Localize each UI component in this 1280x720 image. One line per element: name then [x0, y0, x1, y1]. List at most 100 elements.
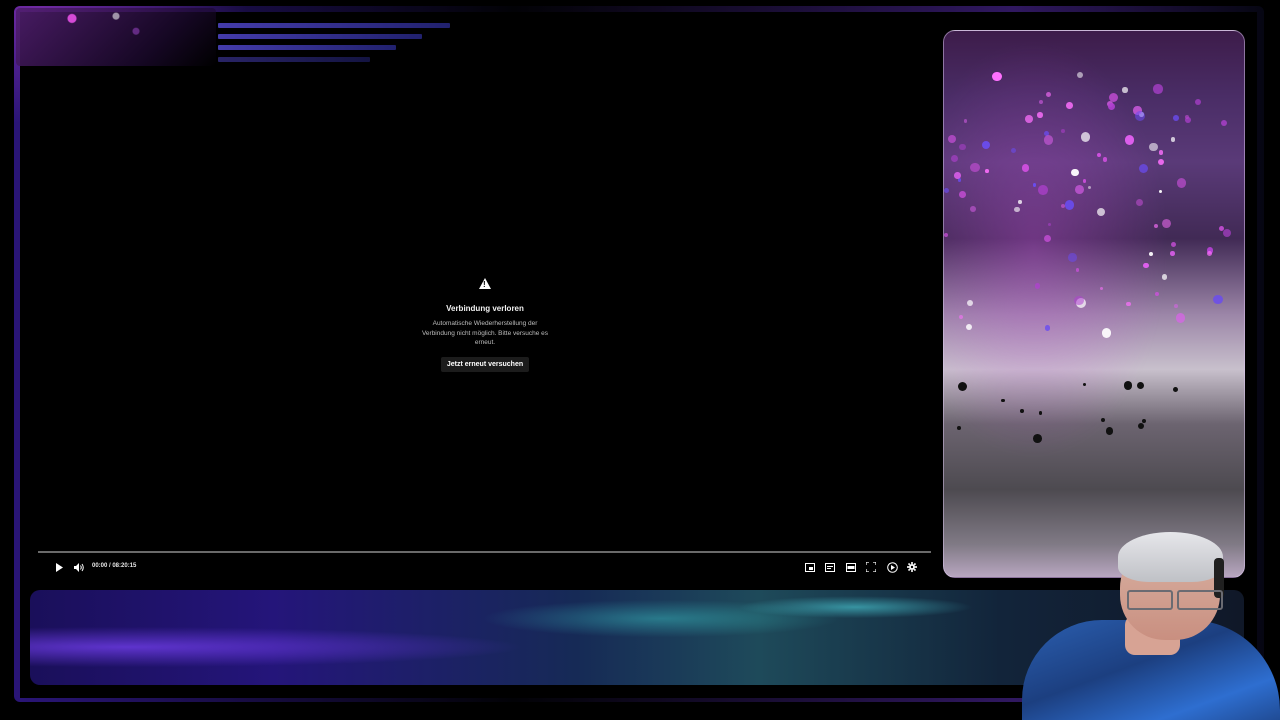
bokeh-dot: [1076, 71, 1084, 79]
bokeh-dot: [1080, 132, 1090, 142]
bokeh-dot: [1212, 294, 1223, 305]
bokeh-dot: [1044, 325, 1051, 331]
bokeh-dot: [1173, 115, 1179, 121]
bokeh-dot: [1019, 409, 1024, 414]
bokeh-dot: [957, 178, 962, 182]
glasses-icon: [1125, 590, 1225, 610]
bokeh-dot: [1074, 185, 1084, 195]
bokeh-dot: [1096, 208, 1106, 217]
progress-bar[interactable]: [38, 551, 931, 553]
bokeh-dot: [1124, 135, 1135, 146]
bokeh-dot: [959, 191, 967, 199]
bokeh-dot: [985, 169, 989, 173]
settings-icon[interactable]: [906, 561, 918, 573]
bokeh-dot: [1126, 301, 1131, 307]
miniplayer-icon[interactable]: [804, 561, 816, 573]
bokeh-dot: [1048, 223, 1052, 227]
bokeh-dot: [1105, 427, 1114, 435]
time-display: 00:00 / 08:20:15: [92, 563, 137, 569]
volume-icon[interactable]: [73, 561, 85, 573]
fullscreen-icon[interactable]: [865, 561, 877, 573]
bokeh-dot: [954, 172, 961, 179]
autoplay-icon[interactable]: [886, 561, 898, 573]
bokeh-dot: [1032, 433, 1042, 443]
player-controls: 00:00 / 08:20:15: [50, 561, 930, 575]
bokeh-dot: [1153, 84, 1163, 94]
bokeh-dot: [1135, 198, 1143, 206]
bokeh-dot: [1124, 381, 1133, 390]
bokeh-dot: [1170, 241, 1176, 247]
bokeh-dot: [1102, 156, 1108, 162]
bokeh-dot: [1099, 286, 1103, 291]
captions-icon[interactable]: [824, 561, 836, 573]
bokeh-dot: [957, 382, 967, 392]
corner-decoration: [16, 8, 216, 66]
bokeh-dot: [1025, 115, 1034, 123]
bokeh-dot: [1018, 200, 1022, 204]
error-title: Verbindung verloren: [446, 304, 524, 313]
bokeh-dot: [1097, 152, 1102, 158]
bokeh-dot: [1038, 184, 1048, 195]
bokeh-dot: [1108, 93, 1119, 103]
bokeh-dot: [1071, 169, 1079, 177]
bokeh-dot: [944, 188, 949, 194]
bokeh-dot: [1032, 183, 1037, 188]
bokeh-dot: [959, 143, 966, 151]
bokeh-dot: [1221, 120, 1228, 127]
bokeh-dot: [1137, 422, 1144, 429]
bokeh-dot: [1101, 417, 1106, 423]
bokeh-dot: [1068, 253, 1077, 262]
bokeh-dot: [1158, 158, 1165, 165]
bokeh-dot: [1043, 135, 1054, 145]
bokeh-dot: [963, 119, 968, 124]
bokeh-dot: [1010, 147, 1017, 154]
bokeh-dot: [1045, 91, 1051, 98]
top-stripe: [218, 23, 450, 28]
bokeh-dot: [1149, 252, 1154, 257]
video-player[interactable]: Verbindung verloren Automatische Wiederh…: [20, 66, 938, 584]
top-stripe: [218, 45, 396, 50]
bokeh-dot: [1153, 223, 1158, 228]
bokeh-dot: [1044, 234, 1052, 243]
bokeh-dot: [1039, 100, 1044, 105]
retry-button[interactable]: Jetzt erneut versuchen: [440, 356, 530, 372]
bokeh-dot: [966, 299, 974, 307]
bokeh-dot: [1176, 178, 1187, 188]
bokeh-dot: [1014, 206, 1020, 212]
bokeh-dot: [1149, 142, 1158, 152]
bokeh-dot: [950, 155, 958, 163]
bokeh-dot: [1170, 251, 1175, 256]
bokeh-dot: [965, 323, 972, 330]
play-icon[interactable]: [53, 561, 65, 573]
bokeh-dot: [1206, 250, 1213, 257]
bokeh-dot: [1142, 262, 1149, 269]
bokeh-dot: [969, 162, 980, 173]
bokeh-dot: [1158, 150, 1164, 156]
bokeh-dot: [1175, 312, 1186, 323]
top-stripe: [218, 57, 370, 62]
bokeh-dot: [1064, 200, 1074, 210]
theater-mode-icon[interactable]: [845, 561, 857, 573]
bokeh-dot: [982, 141, 991, 150]
bokeh-dot: [947, 134, 956, 143]
bokeh-dot: [1034, 283, 1041, 290]
bokeh-dot: [1066, 102, 1073, 109]
top-stripe: [218, 34, 422, 39]
bokeh-dot: [1159, 189, 1163, 194]
bokeh-dot: [1174, 304, 1178, 308]
webcam-overlay: [1000, 520, 1280, 720]
error-message: Automatische Wiederherstellung der Verbi…: [421, 320, 549, 346]
bokeh-dot: [1075, 267, 1080, 272]
bokeh-dot: [1082, 178, 1087, 183]
decorative-side-panel: [943, 30, 1245, 578]
bokeh-dot: [970, 206, 976, 212]
bokeh-dot: [1184, 117, 1191, 124]
bokeh-dot: [958, 315, 963, 320]
bokeh-dot: [1037, 112, 1043, 118]
bokeh-dot: [1138, 163, 1149, 174]
bokeh-dot: [957, 425, 962, 430]
bokeh-dot: [1108, 103, 1116, 111]
bokeh-dot: [1082, 382, 1087, 387]
bokeh-dot: [1122, 87, 1128, 93]
bokeh-dot: [1061, 129, 1066, 133]
